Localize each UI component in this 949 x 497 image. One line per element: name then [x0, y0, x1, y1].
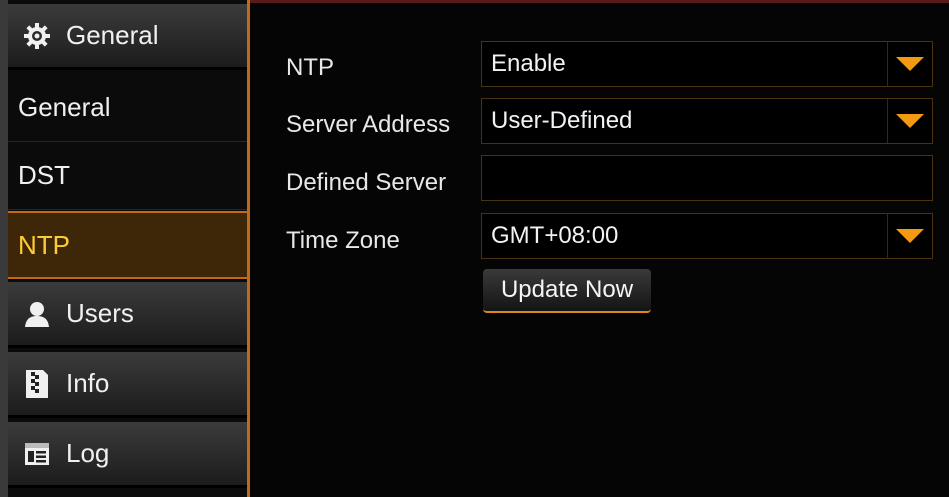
category-info[interactable]: Info [8, 352, 247, 418]
server-address-label: Server Address [286, 111, 451, 138]
defined-server-label: Defined Server [286, 169, 447, 196]
category-general[interactable]: General [8, 4, 247, 70]
chevron-down-icon[interactable] [887, 42, 932, 86]
server-address-select[interactable]: User-Defined [481, 98, 933, 144]
time-zone-select[interactable]: GMT+08:00 [481, 213, 933, 259]
time-zone-value: GMT+08:00 [491, 222, 619, 249]
ntp-value: Enable [491, 50, 566, 77]
chevron-down-icon[interactable] [887, 99, 932, 143]
user-icon [22, 299, 52, 329]
category-users[interactable]: Users [8, 282, 247, 348]
defined-server-input[interactable] [481, 155, 933, 201]
sidebar-item-label: NTP [18, 229, 70, 260]
category-info-label: Info [66, 368, 110, 398]
update-now-button[interactable]: Update Now [483, 269, 651, 313]
sidebar-item-label: General [18, 92, 111, 122]
ntp-settings-panel: NTP Enable Server Address User-Defined D… [250, 0, 949, 497]
time-zone-label: Time Zone [286, 227, 400, 254]
sidebar-item-label: DST [18, 160, 70, 190]
gear-icon [22, 21, 52, 51]
category-users-label: Users [66, 298, 134, 328]
ntp-select[interactable]: Enable [481, 41, 933, 87]
sidebar: General General DST NTP Users Info Log [0, 0, 250, 497]
log-icon [22, 439, 52, 469]
category-general-label: General [66, 20, 159, 50]
sidebar-item-ntp[interactable]: NTP [8, 211, 247, 279]
sidebar-item-dst[interactable]: DST [8, 142, 247, 210]
category-log[interactable]: Log [8, 422, 247, 488]
ntp-label: NTP [286, 54, 334, 81]
server-address-value: User-Defined [491, 107, 633, 134]
sidebar-item-general[interactable]: General [8, 74, 247, 142]
chevron-down-icon[interactable] [887, 214, 932, 258]
info-icon [22, 369, 52, 399]
category-log-label: Log [66, 438, 110, 468]
